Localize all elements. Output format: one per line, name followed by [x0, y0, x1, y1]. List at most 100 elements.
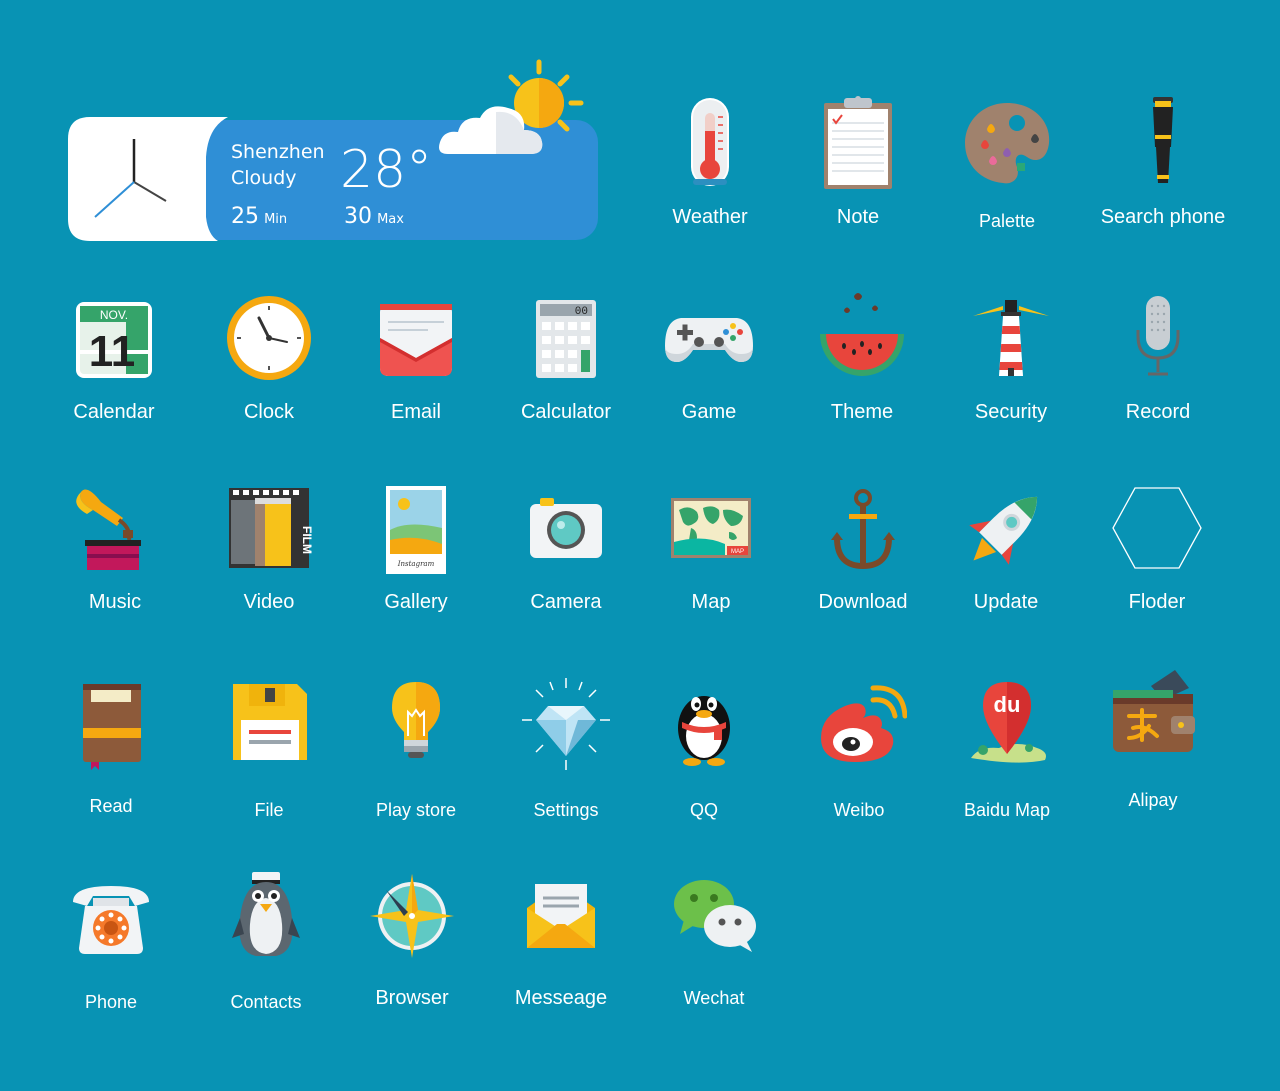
palette-icon	[965, 103, 1050, 184]
app-note[interactable]: Note	[773, 95, 943, 229]
weather-temperature: 28°	[340, 140, 433, 200]
polaroid-icon: Instagram	[386, 486, 446, 574]
rotary-phone-icon	[73, 886, 149, 954]
lightbulb-icon	[392, 682, 440, 758]
film-icon: FILM	[229, 488, 314, 568]
app-browser[interactable]: Browser	[327, 868, 497, 1010]
app-label: Play store	[375, 800, 457, 820]
app-game[interactable]: Game	[624, 290, 794, 424]
app-label: Record	[1125, 401, 1191, 423]
gamepad-icon	[665, 318, 753, 362]
floppy-disk-icon	[233, 684, 307, 760]
app-floder[interactable]: Floder	[1072, 480, 1242, 614]
app-phone[interactable]: Phone	[26, 868, 196, 1014]
app-label: Clock	[243, 401, 294, 423]
app-label: Messeage	[514, 987, 608, 1009]
analog-clock-hands-icon	[94, 139, 167, 218]
letter-icon	[527, 884, 595, 948]
app-qq[interactable]: QQ	[619, 676, 789, 822]
weather-min: 25 Min	[231, 204, 287, 229]
telescope-icon	[1153, 97, 1173, 183]
calendar-icon: NOV. 11	[76, 302, 152, 378]
app-record[interactable]: Record	[1073, 290, 1243, 424]
weather-condition: Cloudy	[231, 167, 297, 189]
app-contacts[interactable]: Contacts	[181, 868, 351, 1014]
app-label: Video	[243, 591, 295, 613]
app-label: Music	[88, 591, 142, 613]
app-label: QQ	[689, 800, 718, 820]
gramophone-icon	[76, 489, 141, 570]
envelope-icon	[380, 304, 452, 376]
clock-weather-widget[interactable]: Shenzhen Cloudy 28° 25 Min 30 Max	[68, 56, 598, 246]
app-label: Floder	[1128, 591, 1186, 613]
app-video[interactable]: FILM Video	[184, 480, 354, 614]
app-calendar[interactable]: NOV. 11 Calendar	[29, 290, 199, 424]
app-label: Map	[691, 591, 731, 613]
app-label: Baidu Map	[963, 800, 1051, 820]
wechat-icon	[674, 880, 756, 952]
weather-min-value: 25	[231, 204, 259, 229]
app-label: Gallery	[384, 591, 448, 613]
app-label: Note	[836, 206, 880, 228]
wallet-icon	[1113, 670, 1195, 752]
app-label: Alipay	[1128, 790, 1178, 810]
app-label: Phone	[84, 992, 138, 1012]
app-search-phone[interactable]: Search phone	[1078, 95, 1248, 229]
app-read[interactable]: Read	[26, 676, 196, 818]
app-clock[interactable]: Clock	[184, 290, 354, 424]
app-weibo[interactable]: Weibo	[774, 676, 944, 822]
baidu-map-pin-icon: du	[971, 682, 1046, 763]
app-map[interactable]: MAP Map	[626, 480, 796, 614]
weather-max-label: Max	[377, 212, 404, 227]
app-label: Wechat	[683, 988, 745, 1008]
app-gallery[interactable]: Instagram Gallery	[331, 480, 501, 614]
clock-icon	[227, 296, 311, 380]
penguin-icon	[232, 872, 300, 956]
microphone-icon	[1136, 296, 1180, 376]
weather-max: 30 Max	[344, 204, 404, 229]
app-label: Calendar	[73, 401, 155, 423]
app-alipay[interactable]: Alipay	[1068, 666, 1238, 812]
app-security[interactable]: Security	[926, 290, 1096, 424]
app-update[interactable]: Update	[921, 480, 1091, 614]
calculator-icon: 00	[536, 300, 596, 378]
app-email[interactable]: Email	[331, 290, 501, 424]
app-baidu-map[interactable]: du Baidu Map	[922, 676, 1092, 822]
app-label: Theme	[830, 401, 894, 423]
watermelon-icon	[820, 293, 904, 376]
map-tag: MAP	[731, 549, 744, 555]
compass-icon	[370, 874, 454, 958]
app-label: Contacts	[230, 992, 302, 1012]
app-play-store[interactable]: Play store	[331, 676, 501, 822]
film-label: FILM	[300, 526, 314, 554]
app-messeage[interactable]: Messeage	[476, 868, 646, 1010]
app-label: Weather	[672, 206, 748, 228]
diamond-icon	[522, 678, 610, 770]
calendar-day: 11	[89, 327, 136, 376]
weather-city: Shenzhen	[231, 141, 325, 163]
hexagon-icon	[1112, 487, 1202, 569]
app-wechat[interactable]: Wechat	[629, 868, 799, 1010]
app-file[interactable]: File	[184, 676, 354, 822]
app-label: Search phone	[1100, 206, 1226, 228]
world-map-icon: MAP	[671, 498, 751, 558]
app-palette[interactable]: Palette	[922, 95, 1092, 233]
app-label: Weibo	[833, 800, 885, 820]
camera-icon	[530, 498, 602, 558]
calculator-display: 00	[575, 306, 588, 318]
weibo-icon	[821, 685, 907, 762]
app-theme[interactable]: Theme	[777, 290, 947, 424]
app-label: Browser	[375, 987, 449, 1009]
book-icon	[83, 684, 141, 770]
calendar-month: NOV.	[100, 308, 128, 322]
app-label: Security	[974, 401, 1048, 423]
lighthouse-icon	[973, 300, 1049, 376]
app-weather[interactable]: Weather	[625, 95, 795, 229]
clipboard-icon	[824, 96, 892, 189]
thermometer-icon	[691, 98, 729, 186]
weather-max-value: 30	[344, 204, 372, 229]
app-label: Game	[681, 401, 737, 423]
app-music[interactable]: Music	[30, 480, 200, 614]
app-label: Palette	[978, 211, 1036, 231]
baidu-pin-text: du	[994, 692, 1021, 717]
